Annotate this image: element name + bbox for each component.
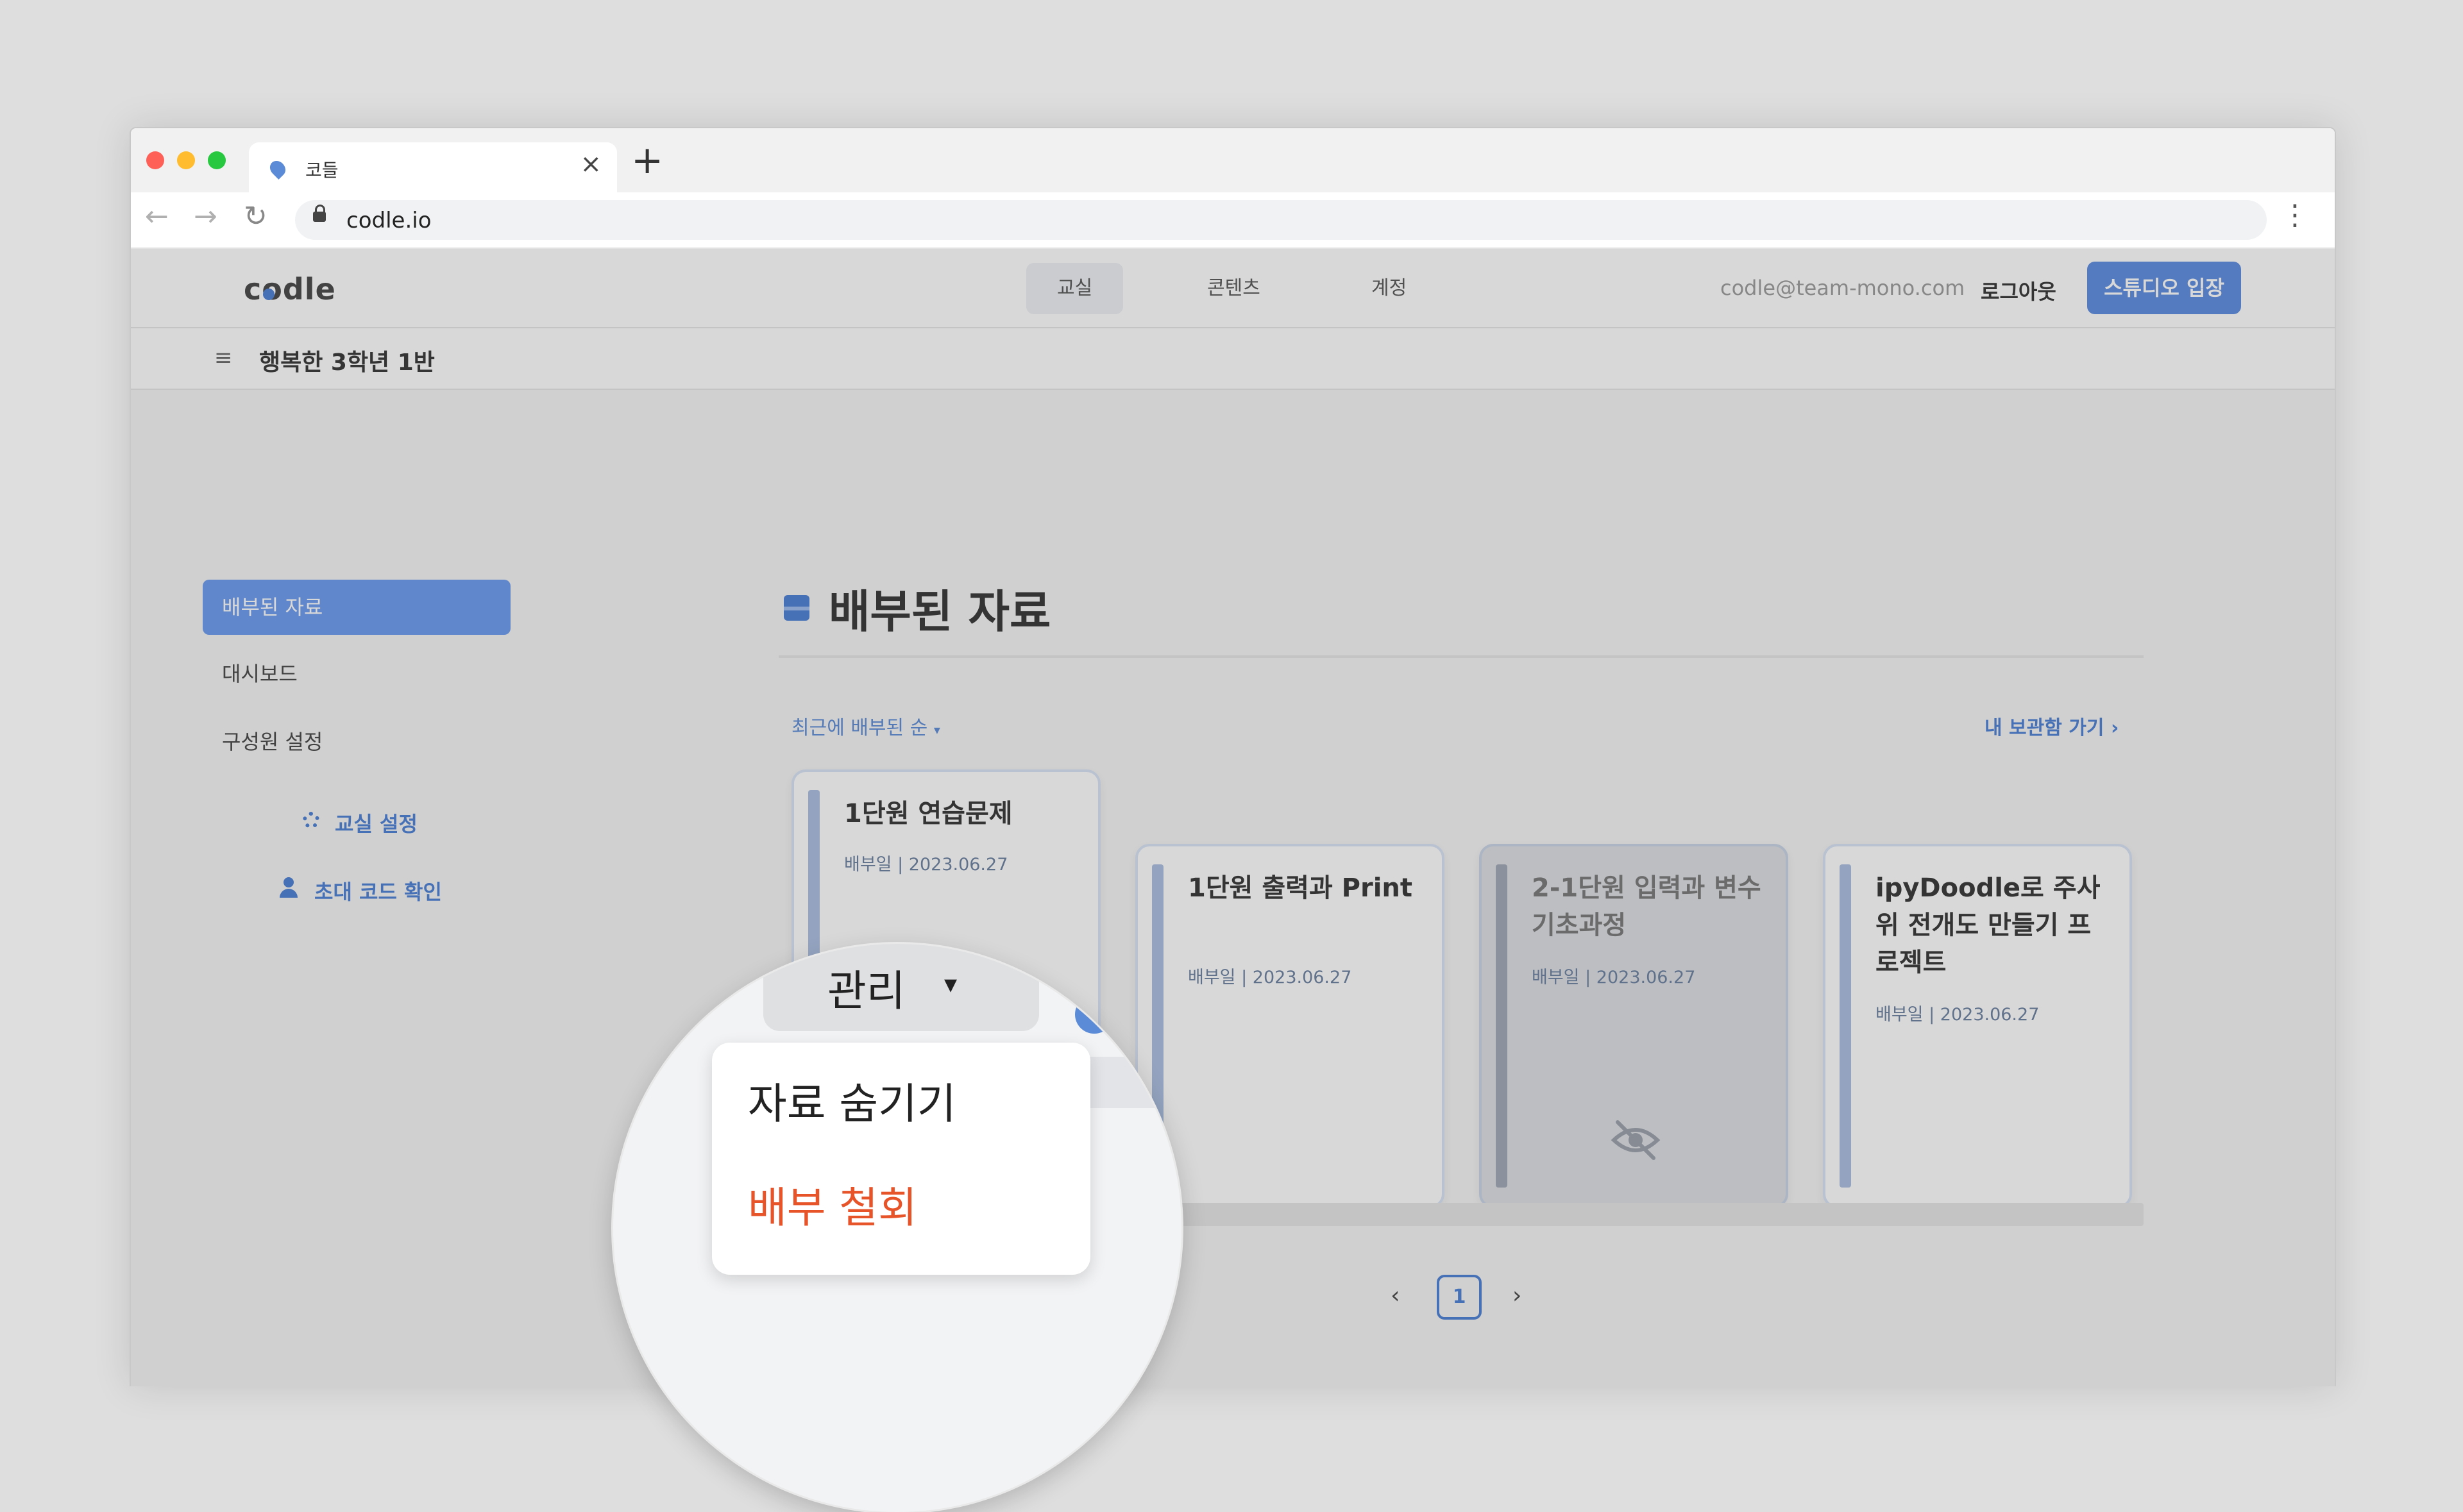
browser-menu-icon[interactable]: ⋮ [2281, 201, 2309, 230]
reload-icon[interactable]: ↻ [244, 203, 267, 231]
revoke-distribution-option[interactable]: 배부 철회 [748, 1182, 917, 1233]
forward-icon[interactable]: → [194, 203, 217, 231]
maximize-window-button[interactable] [208, 151, 226, 169]
browser-tab[interactable]: 코들 × [249, 142, 617, 194]
close-tab-icon[interactable]: × [580, 151, 602, 177]
manage-label: 관리 [827, 966, 906, 1016]
manage-dropdown-menu: 자료 숨기기 배부 철회 [712, 1043, 1090, 1275]
hide-material-option[interactable]: 자료 숨기기 [748, 1079, 956, 1129]
close-window-button[interactable] [146, 151, 164, 169]
minimize-window-button[interactable] [177, 151, 195, 169]
magnifier-callout: 관리 ▾ 자료 숨기기 배부 철회 [613, 944, 1181, 1512]
lock-icon [313, 205, 326, 222]
page-viewport: codle 교실 콘텐츠 계정 codle@team-mono.com 로그아웃… [131, 249, 2335, 1386]
back-icon[interactable]: ← [145, 203, 169, 231]
address-bar[interactable]: codle.io [295, 200, 2267, 240]
tab-strip: 코들 × + [131, 128, 2335, 194]
address-bar-row: ← → ↻ codle.io ⋮ [131, 192, 2335, 249]
card-action-icon [1075, 995, 1113, 1034]
browser-window: 코들 × + ← → ↻ codle.io ⋮ codle 교실 콘텐츠 계정 … [130, 127, 2336, 1386]
url-text[interactable]: codle.io [346, 208, 432, 233]
new-tab-button[interactable]: + [631, 141, 663, 180]
favicon-icon [267, 158, 289, 180]
dim-overlay [131, 249, 2335, 1386]
manage-button[interactable]: 관리 ▾ [763, 944, 1039, 1031]
caret-down-icon: ▾ [944, 970, 958, 999]
tab-title: 코들 [305, 160, 339, 181]
